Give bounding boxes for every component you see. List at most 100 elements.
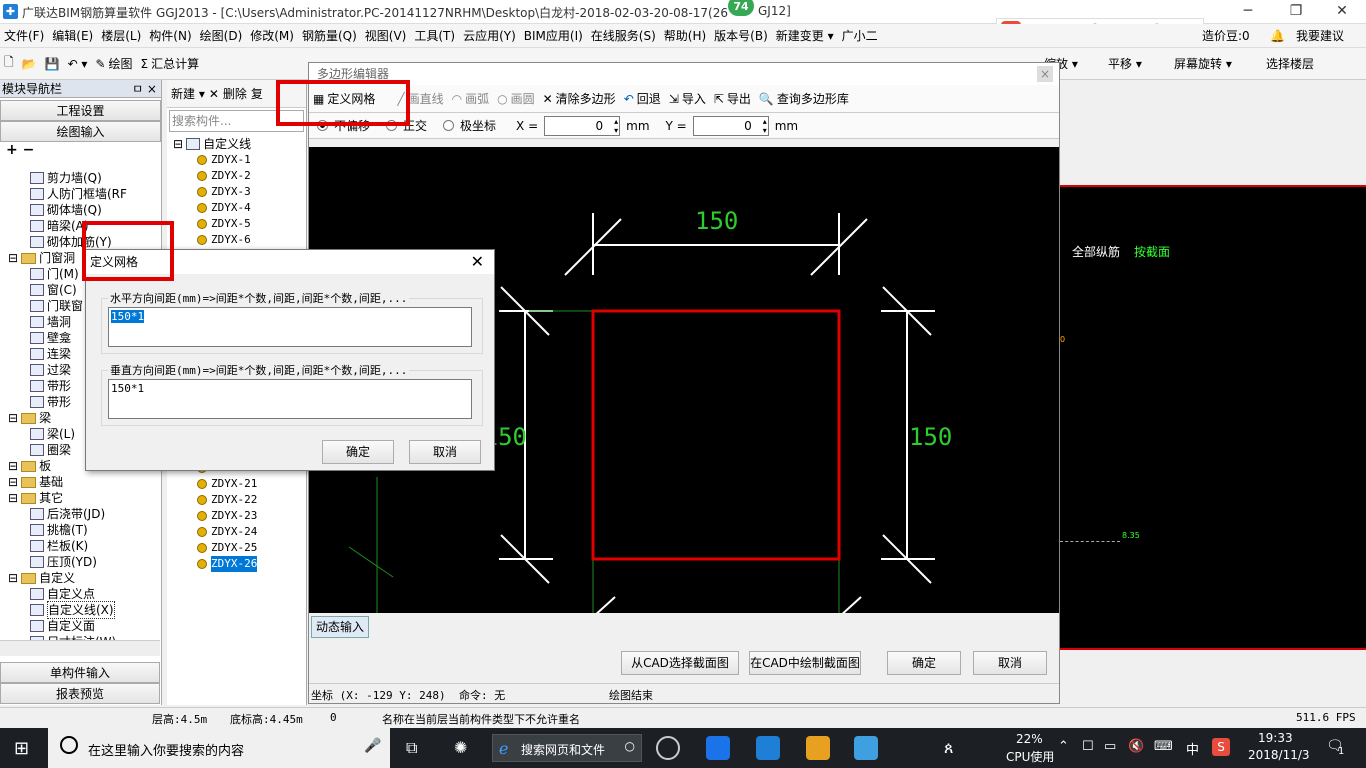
delete-icon[interactable]: ✕ (209, 87, 219, 101)
component-list-item[interactable]: ZDYX-21 (197, 476, 257, 492)
speaker-muted-icon[interactable]: 🔇 (1128, 739, 1144, 754)
delete-button[interactable]: 删除 (223, 85, 247, 102)
pinwheel-icon[interactable]: ✺ (454, 738, 467, 757)
tree-toggle-icon[interactable]: ⊟ (8, 570, 18, 586)
minimize-icon[interactable]: ─ (1236, 2, 1260, 20)
menu-item[interactable]: 工具(T) (410, 24, 459, 48)
menu-item[interactable]: 云应用(Y) (459, 24, 520, 48)
taskbar-search-box[interactable]: 在这里输入你要搜索的内容 🎤 (48, 728, 390, 768)
from-cad-button[interactable]: 从CAD选择截面图 (621, 651, 739, 675)
ortho-radio[interactable] (386, 120, 398, 131)
clear-polygon-button[interactable]: ✕ 清除多边形 (539, 90, 620, 107)
nav-tree-item[interactable]: 后浇带(JD) (2, 506, 152, 522)
nav-tree-item[interactable]: 栏板(K) (2, 538, 152, 554)
rotate-button[interactable]: 屏幕旋转 ▾ (1170, 55, 1236, 72)
draw-line-button[interactable]: ╱ 画直线 (393, 90, 447, 107)
nav-tree-item[interactable]: 砌体加筋(Y) (2, 234, 152, 250)
nav-tree-item[interactable]: 剪力墙(Q) (2, 170, 152, 186)
nav-tree-item[interactable]: 自定义点 (2, 586, 152, 602)
tray-chevron-icon[interactable]: ⌃ (1058, 739, 1069, 754)
single-input-button[interactable]: 单构件输入 (0, 662, 160, 683)
sum-button[interactable]: Σ 汇总计算 (137, 55, 204, 72)
menu-item[interactable]: 修改(M) (246, 24, 298, 48)
menu-item[interactable]: 文件(F) (0, 24, 48, 48)
draw-circle-button[interactable]: ○ 画圆 (493, 90, 539, 107)
nav-tree-item[interactable]: 自定义线(X) (2, 601, 152, 619)
nav-tree-item[interactable]: 暗梁(A) (2, 218, 152, 234)
open-file-icon[interactable]: 📂 (18, 57, 41, 71)
glodon-app-icon[interactable] (756, 736, 780, 760)
new-file-icon[interactable]: 🗋 (0, 53, 18, 74)
draw-button[interactable]: ✎ 绘图 (91, 55, 136, 72)
nav-tree-item[interactable]: 砌体墙(Q) (2, 202, 152, 218)
nav-tree-item[interactable]: 人防门框墙(RF (2, 186, 152, 202)
menu-item[interactable]: 新建变更 ▾ (772, 24, 838, 48)
nav-pin-close[interactable]: ㅁ × (132, 80, 157, 98)
windows-start-icon[interactable]: ⊞ (14, 738, 29, 759)
nav-tree-item[interactable]: 挑檐(T) (2, 522, 152, 538)
vertical-spacing-input[interactable]: 150*1 (108, 379, 472, 419)
restore-icon[interactable]: ❐ (1284, 2, 1308, 20)
menu-item[interactable]: 楼层(L) (97, 24, 145, 48)
grid-ok-button[interactable]: 确定 (322, 440, 394, 464)
nav-tree-folder[interactable]: ⊟ 基础 (2, 474, 152, 490)
app-window-icon[interactable] (854, 736, 878, 760)
nav-tree-item[interactable]: 自定义面 (2, 618, 152, 634)
notepad-app-icon[interactable] (806, 736, 830, 760)
menu-item[interactable]: 编辑(E) (48, 24, 97, 48)
tray-date[interactable]: 2018/11/3 (1248, 748, 1310, 762)
people-icon[interactable]: ጰ (944, 738, 954, 758)
menu-item[interactable]: 在线服务(S) (587, 24, 660, 48)
copy-button[interactable]: 复 (251, 85, 263, 102)
sogou-browser-icon[interactable] (706, 736, 730, 760)
grid-cancel-button[interactable]: 取消 (409, 440, 481, 464)
suggest-button[interactable]: 我要建议 (1292, 24, 1348, 48)
tree-toggle-icon[interactable]: ⊟ (8, 490, 18, 506)
undo-icon[interactable]: ↶ ▾ (64, 57, 92, 71)
new-component-button[interactable]: 新建 ▾ (171, 85, 205, 102)
define-grid-button[interactable]: ▦ 定义网格 (309, 90, 379, 107)
component-search-input[interactable]: 搜索构件... (169, 110, 304, 132)
component-list-item[interactable]: ZDYX-26 (197, 556, 258, 572)
menu-item[interactable]: 构件(N) (145, 24, 195, 48)
y-input[interactable]: 0 (692, 115, 769, 136)
component-list-item[interactable]: ZDYX-6 (197, 232, 306, 248)
component-list-item[interactable]: ZDYX-22 (197, 492, 257, 508)
grid-dialog-close-icon[interactable]: ✕ (471, 250, 484, 274)
select-floor-button[interactable]: 选择楼层 (1262, 55, 1318, 72)
browser-search-box[interactable]: ℯ 搜索网页和文件 ○ (492, 734, 642, 762)
poly-cancel-button[interactable]: 取消 (973, 651, 1047, 675)
undo-button[interactable]: ↶ 回退 (620, 90, 665, 107)
menu-item[interactable]: 绘图(D) (196, 24, 247, 48)
expand-collapse-icons[interactable]: + − (0, 142, 161, 164)
list-root[interactable]: ⊟ 自定义线 (173, 136, 306, 152)
close-icon[interactable]: ✕ (1330, 2, 1354, 20)
project-settings-button[interactable]: 工程设置 (0, 100, 161, 121)
nav-hscrollbar[interactable] (0, 640, 160, 656)
query-library-button[interactable]: 🔍 查询多边形库 (755, 90, 853, 107)
export-button[interactable]: ⇱ 导出 (710, 90, 755, 107)
polar-radio[interactable] (443, 120, 455, 131)
tray-time[interactable]: 19:33 (1258, 731, 1293, 745)
tray-ime-label[interactable]: 中 (1186, 739, 1199, 758)
horizontal-spacing-input[interactable]: 150*1 (108, 307, 472, 347)
sogou-tray-icon[interactable]: S (1212, 738, 1230, 756)
menu-item[interactable]: BIM应用(I) (520, 24, 587, 48)
report-preview-button[interactable]: 报表预览 (0, 683, 160, 704)
component-list-item[interactable]: ZDYX-5 (197, 216, 306, 232)
draw-input-button[interactable]: 绘图输入 (0, 121, 161, 142)
component-list-item[interactable]: ZDYX-3 (197, 184, 306, 200)
task-view-icon[interactable]: ⧉ (406, 738, 417, 758)
tree-toggle-icon[interactable]: ⊟ (8, 410, 18, 426)
menu-item[interactable]: 帮助(H) (660, 24, 710, 48)
tree-toggle-icon[interactable]: ⊟ (8, 474, 18, 490)
nav-tree-item[interactable]: 压顶(YD) (2, 554, 152, 570)
pan-button[interactable]: 平移 ▾ (1104, 55, 1146, 72)
network-icon[interactable]: ☐ (1082, 739, 1094, 754)
component-list-item[interactable]: ZDYX-1 (197, 152, 306, 168)
menu-item[interactable]: 钢筋量(Q) (298, 24, 361, 48)
chrome-like-icon[interactable] (656, 736, 680, 760)
x-input[interactable]: 0 (544, 115, 621, 136)
nav-tree-folder[interactable]: ⊟ 自定义 (2, 570, 152, 586)
save-icon[interactable]: 💾 (41, 57, 64, 71)
